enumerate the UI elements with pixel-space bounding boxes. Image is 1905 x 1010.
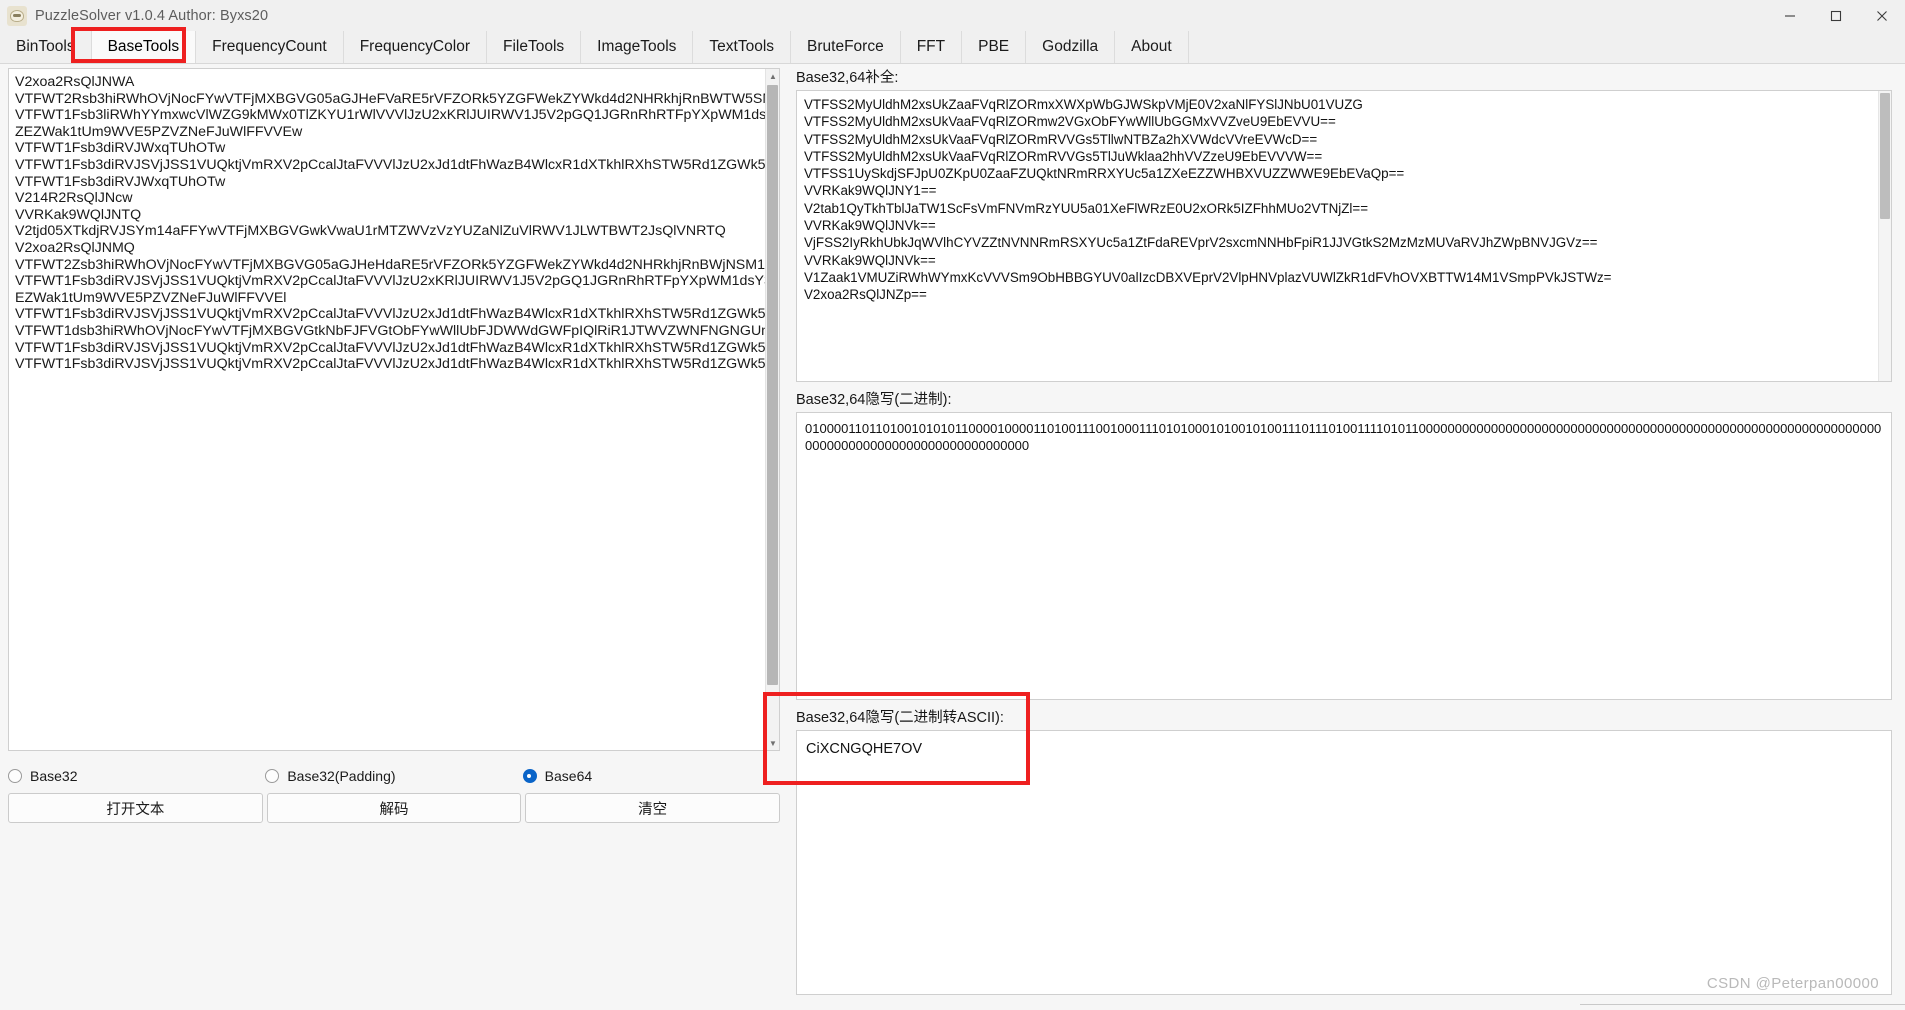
radio-circle-icon [8,769,22,783]
tab-about[interactable]: About [1115,31,1189,63]
radio-base32-label: Base32 [30,768,78,784]
radio-base64[interactable]: Base64 [522,768,780,784]
binary-output-label: Base32,64隐写(二进制): [796,392,952,408]
title-bar: PuzzleSolver v1.0.4 Author: Byxs20 [0,0,1905,32]
tab-strip-filler [1188,31,1905,63]
encoding-options-group: Base32 Base32(Padding) Base64 [8,760,780,792]
tab-frequencycount[interactable]: FrequencyCount [196,31,344,63]
close-button[interactable] [1859,0,1905,31]
scroll-down-arrow[interactable]: ▼ [766,736,779,750]
sheep-app-icon [7,5,27,26]
application-window: PuzzleSolver v1.0.4 Author: Byxs20 BinTo… [0,0,1905,1010]
watermark-text: CSDN @Peterpan00000 [1706,975,1879,992]
radio-circle-icon [265,769,280,783]
tab-bar: BinTools BaseTools FrequencyCount Freque… [0,31,1905,64]
complete-output-box[interactable]: VTFSS2MyUldhM2xsUkZaaFVqRlZORmxXWXpWbGJW… [796,90,1892,382]
tab-godzilla[interactable]: Godzilla [1026,31,1116,63]
maximize-button[interactable] [1813,0,1859,31]
tab-bintools[interactable]: BinTools [0,31,92,63]
open-text-button[interactable]: 打开文本 [8,793,263,823]
minimize-button[interactable] [1767,0,1813,31]
tab-texttools[interactable]: TextTools [693,31,792,63]
radio-base32[interactable]: Base32 [8,768,265,784]
binary-output-text: 0100001101101001010101100001000011010011… [805,421,1882,453]
tab-frequencycolor[interactable]: FrequencyColor [343,31,487,63]
tab-pbe[interactable]: PBE [962,31,1027,63]
clear-button[interactable]: 清空 [525,793,781,823]
decode-button[interactable]: 解码 [266,793,522,823]
radio-circle-icon [522,769,537,783]
bottom-divider [1580,1004,1905,1005]
results-panel: Base32,64补全: VTFSS2MyUldhM2xsUkZaaFVqRlZ… [790,64,1905,1010]
window-title: PuzzleSolver v1.0.4 Author: Byxs20 [35,7,269,24]
input-vertical-scrollbar[interactable]: ▲ ▼ [765,69,779,750]
ascii-output-label: Base32,64隐写(二进制转ASCII): [796,710,1004,726]
base-input-textarea[interactable]: V2xoa2RsQlJNWA VTFWT2Rsb3hiRWhOVjNocFYwV… [9,69,779,750]
radio-base64-label: Base64 [544,768,593,784]
binary-output-box[interactable]: 0100001101101001010101100001000011010011… [796,412,1892,700]
base-input-panel[interactable]: V2xoa2RsQlJNWA VTFWT2Rsb3hiRWhOVjNocFYwV… [8,68,780,751]
tab-fft[interactable]: FFT [900,31,963,63]
radio-base32-padding-label: Base32(Padding) [287,768,396,784]
action-button-row: 打开文本 解码 清空 [8,793,781,823]
window-controls [1767,0,1905,31]
scroll-up-arrow[interactable]: ▲ [766,69,779,83]
scroll-thumb[interactable] [1880,93,1890,219]
complete-output-scrollbar[interactable] [1878,91,1891,381]
radio-base32-padding[interactable]: Base32(Padding) [265,768,522,784]
scroll-thumb[interactable] [767,85,778,685]
ascii-output-text: CiXCNGQHE7OV [806,741,923,757]
tab-bruteforce[interactable]: BruteForce [791,31,901,63]
complete-output-text: VTFSS2MyUldhM2xsUkZaaFVqRlZORmxXWXpWbGJW… [804,97,1612,303]
complete-output-label: Base32,64补全: [796,70,899,86]
ascii-output-box[interactable]: CiXCNGQHE7OV [796,730,1892,995]
tab-filetools[interactable]: FileTools [486,31,582,63]
tab-imagetools[interactable]: ImageTools [581,31,694,63]
tab-basetools[interactable]: BaseTools [91,31,197,63]
